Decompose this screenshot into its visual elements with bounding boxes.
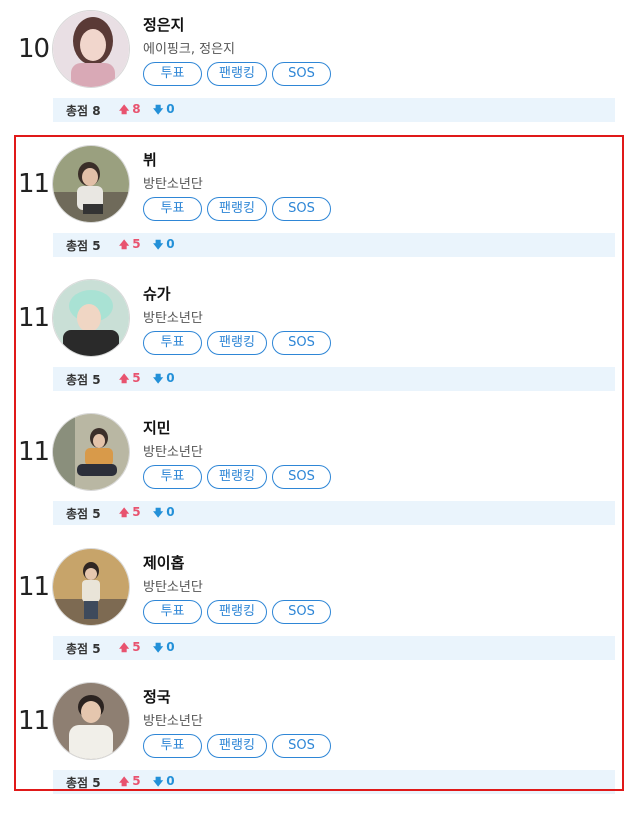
avatar[interactable] xyxy=(52,10,130,88)
ranking-entry: 10 정은지 에이핑크, 정은지 투표 팬랭킹 SOS 총점 8 🡅 8 🡇 0 xyxy=(0,10,640,144)
down-value: 0 xyxy=(166,102,175,116)
highlight-box xyxy=(14,135,624,791)
up-value: 8 xyxy=(132,102,141,116)
fan-ranking-button[interactable]: 팬랭킹 xyxy=(207,62,267,86)
total-score: 총점 8 xyxy=(66,102,101,119)
total-score-label: 총점 xyxy=(66,104,89,118)
rank-number: 10 xyxy=(18,34,50,64)
artist-name[interactable]: 정은지 xyxy=(143,14,184,35)
artist-group: 에이핑크, 정은지 xyxy=(143,42,235,57)
down-count: 🡇 0 xyxy=(153,102,175,120)
vote-button[interactable]: 투표 xyxy=(143,62,202,86)
arrow-down-icon: 🡇 xyxy=(153,105,164,116)
score-bar: 총점 8 🡅 8 🡇 0 xyxy=(53,98,615,122)
total-score-value: 8 xyxy=(92,104,101,118)
up-count: 🡅 8 xyxy=(119,102,141,120)
arrow-up-icon: 🡅 xyxy=(119,105,130,116)
sos-button[interactable]: SOS xyxy=(272,62,331,86)
avatar-photo xyxy=(53,11,129,87)
